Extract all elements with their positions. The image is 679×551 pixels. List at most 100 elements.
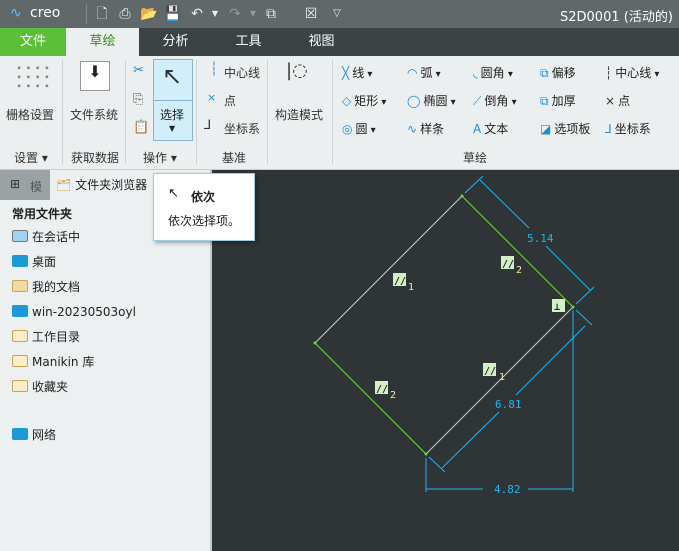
fillet-icon: ◟ <box>473 66 478 80</box>
dimension-5-14[interactable]: 5.14 <box>527 232 554 245</box>
folder-in-session[interactable]: 在会话中 <box>12 228 80 246</box>
tab-view[interactable]: 视图 <box>285 28 358 56</box>
sketch-tool-label: 加厚 <box>551 94 576 108</box>
redo-icon[interactable]: ↷ <box>226 5 244 23</box>
sketch-tool-offset[interactable]: ⧉ 偏移 <box>540 64 576 81</box>
chevron-down-icon[interactable]: ▾ <box>364 69 372 80</box>
palette-icon: ◪ <box>540 122 552 136</box>
chevron-down-icon[interactable]: ▾ <box>447 97 456 108</box>
sketch-tool-text[interactable]: A 文本 <box>473 120 508 137</box>
grid-settings-button[interactable]: 栅格设置 <box>6 106 54 123</box>
parallel-constraint-icon[interactable]: // <box>376 384 388 395</box>
grid-icon: ∙∙∙∙ ∙∙∙∙ ∙∙∙∙ <box>16 63 54 92</box>
folder-label: 桌面 <box>32 255 57 269</box>
folder-label: Manikin 库 <box>32 355 95 369</box>
tab-model-tree[interactable]: ⊞ 模 <box>0 170 50 200</box>
tab-sketch[interactable]: 草绘 <box>66 28 139 56</box>
folder-desktop[interactable]: 桌面 <box>12 253 56 271</box>
centerline-icon: ┆ <box>210 62 218 77</box>
chevron-down-icon[interactable]: ▾ <box>505 69 513 80</box>
chevron-down-icon[interactable]: ▾ <box>368 125 376 136</box>
sketch-edge-bottom-left[interactable] <box>314 342 427 455</box>
sketch-tool-coord-system[interactable]: ⅃ 坐标系 <box>605 120 651 137</box>
paste-icon[interactable]: 📋 <box>133 120 149 135</box>
tab-tools[interactable]: 工具 <box>212 28 285 56</box>
sketch-tool-ellipse[interactable]: ◯ 椭圆 ▾ <box>407 92 456 109</box>
sketch-tool-spline[interactable]: ∿ 样条 <box>407 120 444 137</box>
open-icon[interactable]: 📂 <box>140 5 158 23</box>
sketch-tool-circle[interactable]: ◎ 圆 ▾ <box>342 120 376 137</box>
parallel-constraint-icon[interactable]: // <box>394 276 406 287</box>
customize-dropdown-icon[interactable]: ▽ <box>328 5 346 23</box>
sketch-tool-arc[interactable]: ◠ 弧 ▾ <box>407 64 441 81</box>
dimension-4-82[interactable]: 4.82 <box>494 483 521 496</box>
sketch-tool-label: 偏移 <box>551 66 576 80</box>
sketch-tool-palette[interactable]: ◪ 选项板 <box>540 120 590 137</box>
folder-manikin-library[interactable]: Manikin 库 <box>12 353 94 371</box>
print-icon[interactable]: ⎙ <box>116 5 134 23</box>
cut-icon[interactable]: ✂ <box>133 63 144 78</box>
chevron-down-icon[interactable]: ▾ <box>433 69 441 80</box>
chevron-down-icon: ▼ <box>169 124 176 133</box>
tab-folder-browser[interactable]: 🗂 文件夹浏览器 <box>56 176 147 193</box>
constraint-index: 1 <box>499 372 505 383</box>
undo-icon[interactable]: ↶ <box>188 5 206 23</box>
network-icon <box>12 428 28 440</box>
tree-icon: ⊞ <box>10 177 21 191</box>
sketch-edge-top-right[interactable] <box>461 195 574 308</box>
get-data-group-label: 获取数据 <box>71 151 120 165</box>
parallel-constraint-icon[interactable]: // <box>484 366 496 377</box>
sketch-canvas[interactable]: 5.14 6.81 4.82 // 1 // 2 // 2 // 1 ⊥ <box>214 170 679 551</box>
redo-dropdown-icon[interactable]: ▼ <box>244 5 262 23</box>
folder-my-documents[interactable]: 我的文档 <box>12 278 80 296</box>
sketch-edge-top-left[interactable] <box>314 195 463 344</box>
sketch-group-label: 草绘 <box>463 151 488 165</box>
sketch-tool-label: 文本 <box>484 122 509 136</box>
folder-label: 在会话中 <box>32 230 81 244</box>
chamfer-icon: ⟋ <box>473 94 482 108</box>
operations-group-dropdown[interactable]: 操作 ▾ <box>143 149 177 166</box>
folder-working-directory[interactable]: 工作目录 <box>12 328 80 346</box>
sketch-tool-rectangle[interactable]: ◇ 矩形 ▾ <box>342 92 386 109</box>
close-window-icon[interactable]: ☒ <box>302 5 320 23</box>
chevron-down-icon[interactable]: ▾ <box>378 97 386 108</box>
chevron-down-icon[interactable]: ▾ <box>651 69 659 80</box>
parallel-constraint-icon[interactable]: // <box>502 259 514 270</box>
construction-mode-icon: |◌ <box>286 60 308 81</box>
sketch-tool-line[interactable]: ╳ 线 ▾ <box>342 64 372 81</box>
sketch-tool-thicken[interactable]: ⧉ 加厚 <box>540 92 576 109</box>
sketch-tool-centerline[interactable]: ┆ 中心线 ▾ <box>605 64 659 81</box>
construction-mode-button[interactable]: 构造模式 <box>275 106 323 123</box>
undo-dropdown-icon[interactable]: ▼ <box>206 5 224 23</box>
circle-icon: ◎ <box>342 122 353 136</box>
creo-logo-icon: ∿ <box>10 5 22 21</box>
sketch-tool-point[interactable]: × 点 <box>605 92 630 109</box>
datum-coord-system-button[interactable]: 坐标系 <box>224 120 260 137</box>
offset-icon: ⧉ <box>540 66 549 80</box>
sketch-tool-label: 倒角 <box>484 94 509 108</box>
chevron-down-icon[interactable]: ▾ <box>508 97 517 108</box>
sketch-tool-fillet[interactable]: ◟ 圆角 ▾ <box>473 64 513 81</box>
tab-file[interactable]: 文件 <box>0 28 66 56</box>
folder-network[interactable]: 网络 <box>12 426 56 444</box>
sketch-tool-label: 样条 <box>420 122 445 136</box>
copy-icon[interactable]: ⎘ <box>133 92 143 107</box>
rectangle-icon: ◇ <box>342 94 352 108</box>
folder-favorites[interactable]: 收藏夹 <box>12 378 68 396</box>
select-button[interactable]: ↖ 选择 ▼ <box>153 59 193 141</box>
datum-centerline-button[interactable]: 中心线 <box>224 64 260 81</box>
text-icon: A <box>473 122 482 136</box>
dimension-6-81[interactable]: 6.81 <box>495 398 522 411</box>
sketch-tool-chamfer[interactable]: ⟋ 倒角 ▾ <box>473 92 517 109</box>
file-system-button[interactable]: 文件系统 <box>70 106 118 123</box>
new-icon[interactable]: 🗋 <box>93 5 111 23</box>
folder-computer[interactable]: win-20230503oyl <box>12 303 136 321</box>
windows-icon[interactable]: ⧉ <box>262 5 280 23</box>
tab-analysis[interactable]: 分析 <box>139 28 212 56</box>
sketch-tool-label: 矩形 <box>354 94 379 108</box>
tab-folder-browser-label: 文件夹浏览器 <box>75 178 148 192</box>
save-icon[interactable]: 💾 <box>164 5 182 23</box>
datum-point-button[interactable]: 点 <box>224 92 236 109</box>
perpendicular-constraint-icon[interactable]: ⊥ <box>554 302 560 313</box>
settings-group-dropdown[interactable]: 设置 ▾ <box>14 149 48 166</box>
